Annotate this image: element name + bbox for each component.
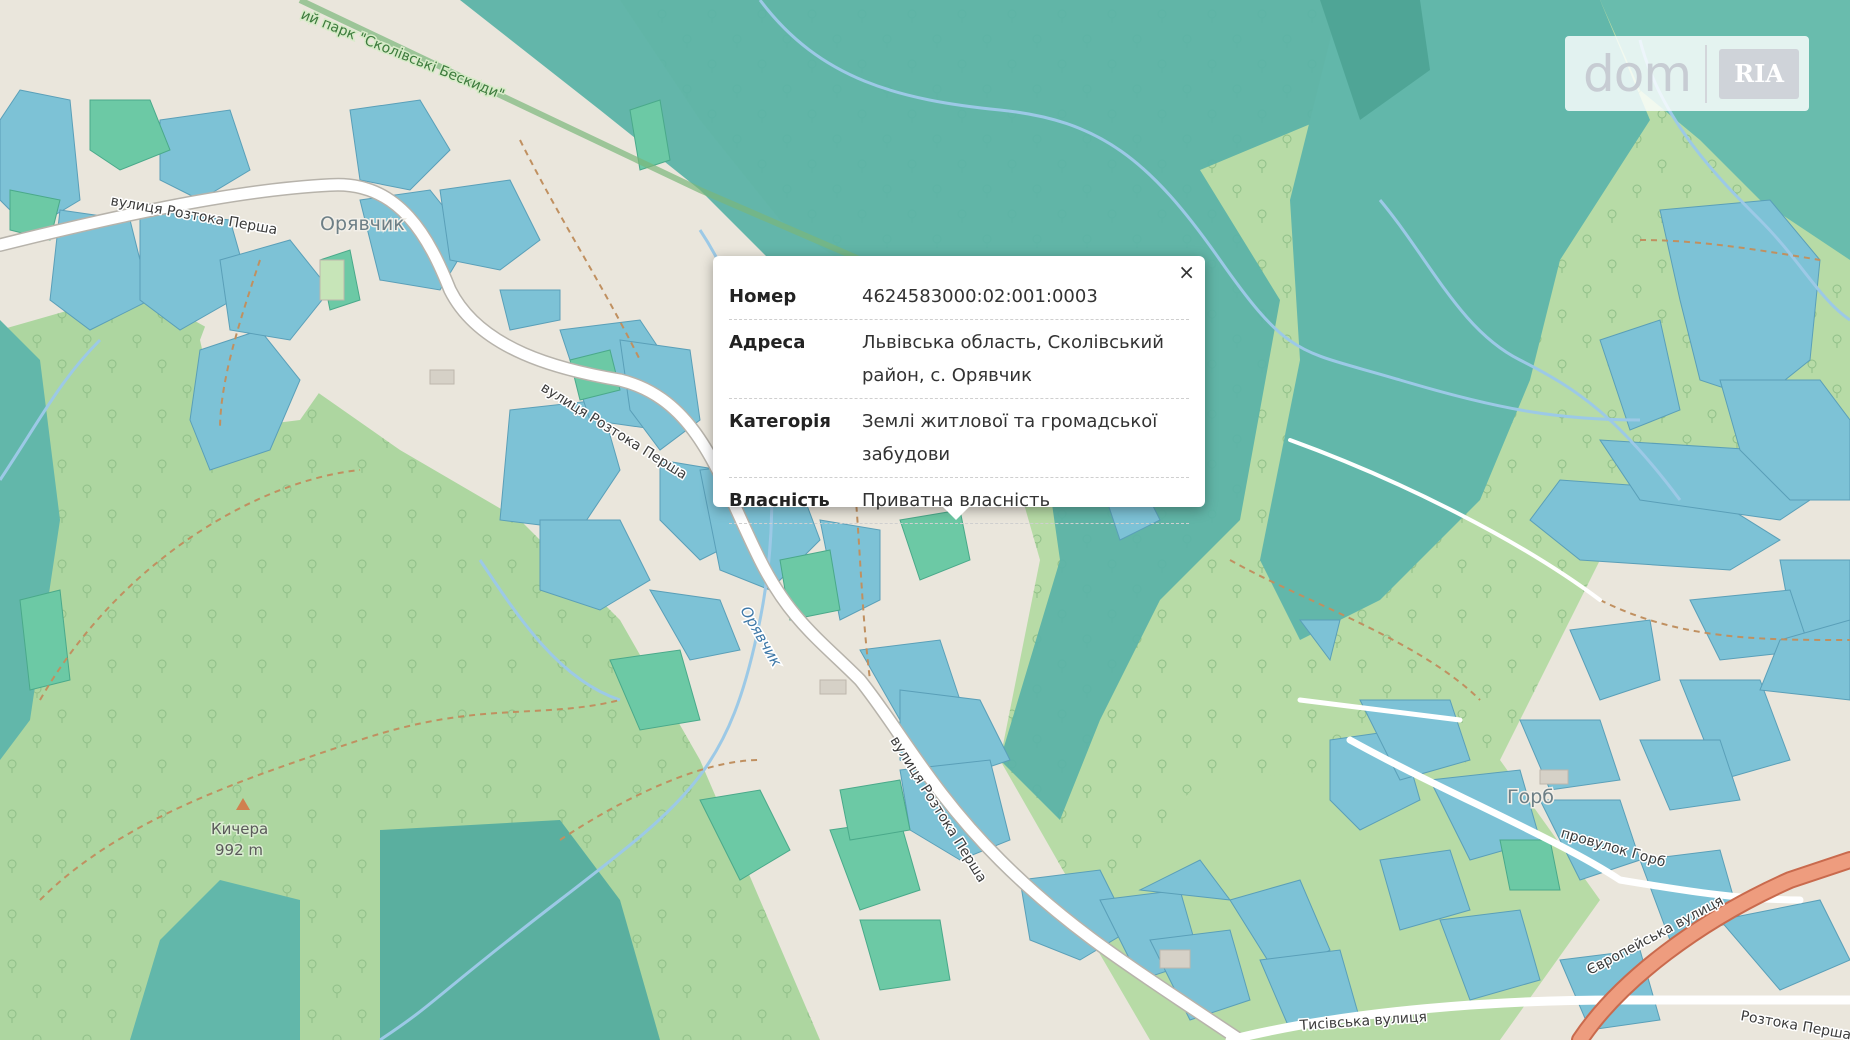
popup-value: Землі житлової та громадської забудови: [862, 411, 1158, 465]
popup-key: Власність: [729, 490, 830, 511]
popup-row-category: Категорія Землі житлової та громадської …: [729, 399, 1189, 478]
popup-value: 4624583000:02:001:0003: [862, 286, 1098, 307]
logo-ria-badge: RIA: [1719, 48, 1800, 99]
logo-dom-text: dom: [1583, 44, 1692, 103]
popup-row-number: Номер 4624583000:02:001:0003: [729, 274, 1189, 320]
popup-key: Адреса: [729, 332, 806, 353]
popup-pointer: [943, 507, 969, 520]
logo-separator: [1705, 44, 1708, 103]
peak-name-label: Кичера: [211, 820, 268, 838]
popup-value: Приватна власність: [862, 490, 1051, 511]
popup-key: Категорія: [729, 411, 831, 432]
peak-elevation-label: 992 m: [215, 841, 263, 859]
domria-logo: dom RIA: [1565, 36, 1809, 111]
popup-key: Номер: [729, 286, 797, 307]
popup-row-address: Адреса Львівська область, Сколівський ра…: [729, 320, 1189, 399]
close-icon[interactable]: ×: [1178, 262, 1195, 282]
popup-value: Львівська область, Сколівський район, с.…: [862, 332, 1164, 386]
parcel-info-popup: × Номер 4624583000:02:001:0003 Адреса Ль…: [713, 256, 1205, 524]
village-label: Орявчик: [320, 213, 405, 235]
hamlet-label: Горб: [1507, 786, 1554, 808]
